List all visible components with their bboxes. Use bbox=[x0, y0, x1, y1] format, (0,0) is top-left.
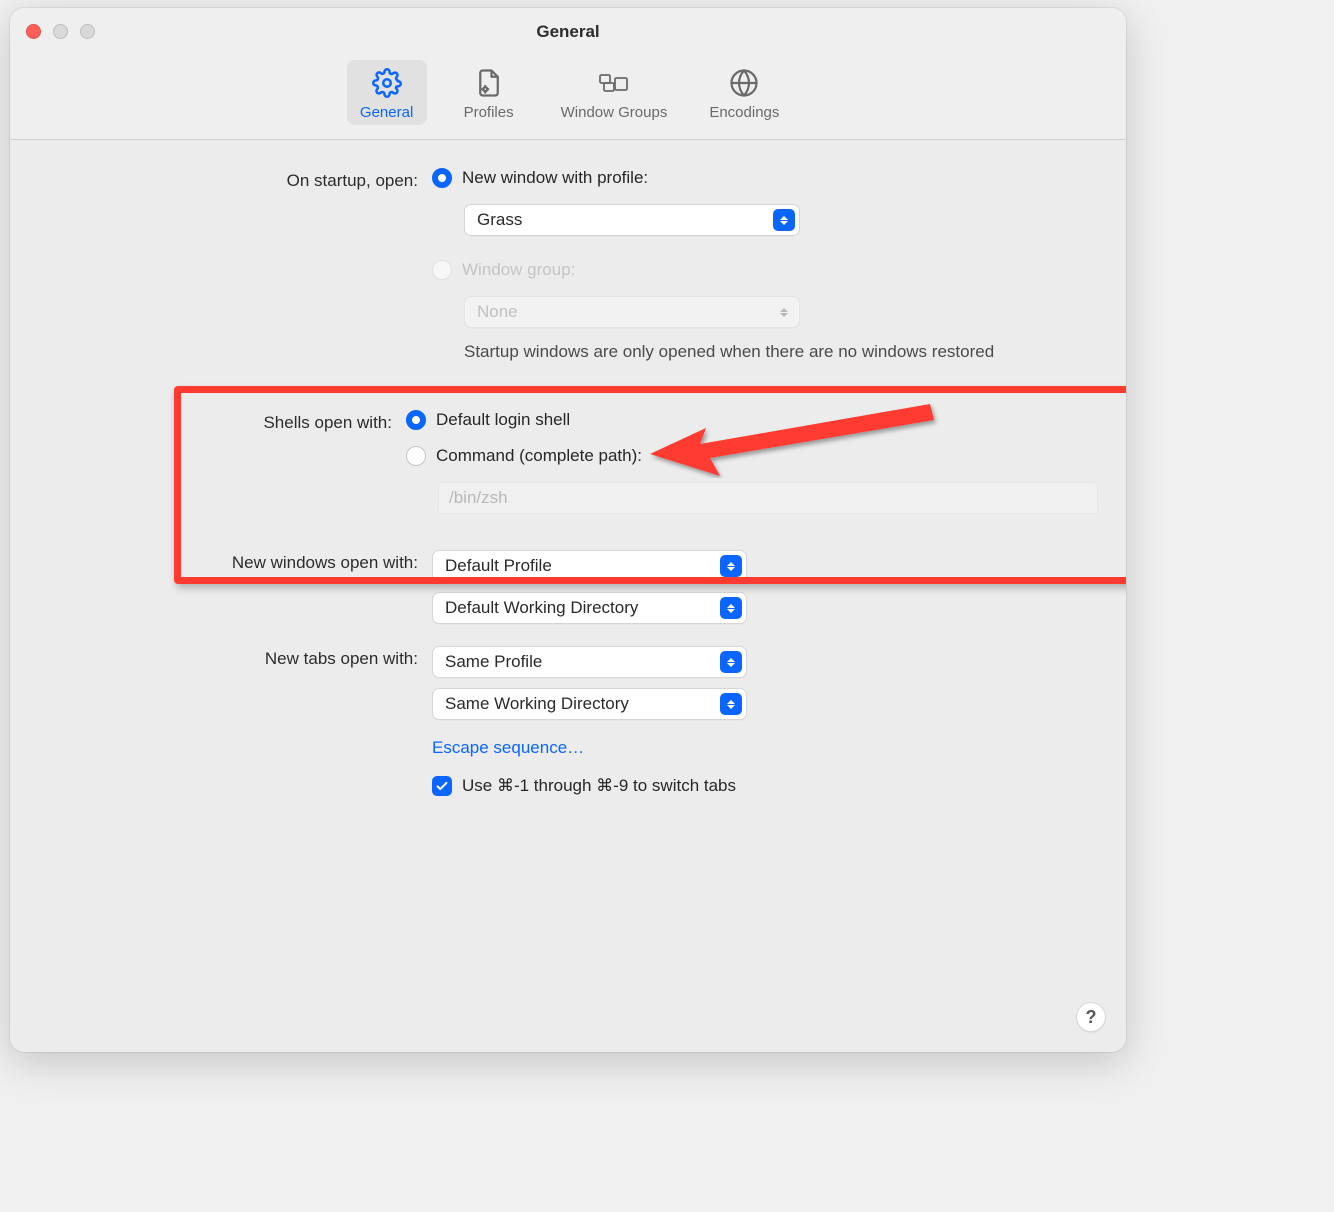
escape-sequence-link[interactable]: Escape sequence… bbox=[432, 738, 1098, 758]
new-tabs-label: New tabs open with: bbox=[38, 646, 418, 669]
cmd-switch-label: Use ⌘-1 through ⌘-9 to switch tabs bbox=[462, 776, 736, 796]
new-windows-profile-value: Default Profile bbox=[445, 556, 552, 576]
window-groups-icon bbox=[597, 66, 631, 100]
shells-radio-default-label: Default login shell bbox=[436, 410, 570, 430]
chevron-updown-icon bbox=[720, 597, 742, 619]
content-area: On startup, open: New window with profil… bbox=[10, 140, 1126, 802]
startup-radio-group[interactable] bbox=[432, 260, 452, 280]
new-windows-label: New windows open with: bbox=[38, 550, 418, 573]
new-tabs-dir-value: Same Working Directory bbox=[445, 694, 629, 714]
tab-profiles-label: Profiles bbox=[464, 104, 514, 121]
chevron-updown-icon bbox=[720, 693, 742, 715]
shells-label: Shells open with: bbox=[38, 410, 392, 433]
shells-radio-command-label: Command (complete path): bbox=[436, 446, 642, 466]
gear-icon bbox=[370, 66, 404, 100]
cmd-switch-checkbox[interactable] bbox=[432, 776, 452, 796]
preferences-window: General General Profiles bbox=[10, 8, 1126, 1052]
startup-group-select: None bbox=[464, 296, 800, 328]
tab-window-groups-label: Window Groups bbox=[561, 104, 668, 121]
tab-encodings-label: Encodings bbox=[709, 104, 779, 121]
startup-note: Startup windows are only opened when the… bbox=[464, 342, 1098, 362]
new-windows-dir-select[interactable]: Default Working Directory bbox=[432, 592, 747, 624]
startup-radio-profile-label: New window with profile: bbox=[462, 168, 648, 188]
chevron-updown-icon bbox=[773, 209, 795, 231]
chevron-updown-icon bbox=[720, 651, 742, 673]
window-title: General bbox=[10, 22, 1126, 42]
tab-window-groups[interactable]: Window Groups bbox=[551, 60, 678, 125]
chevron-updown-icon bbox=[720, 555, 742, 577]
titlebar: General bbox=[10, 8, 1126, 56]
tab-general-label: General bbox=[360, 104, 413, 121]
new-tabs-profile-select[interactable]: Same Profile bbox=[432, 646, 747, 678]
preferences-toolbar: General Profiles Window Gro bbox=[10, 56, 1126, 140]
tab-profiles[interactable]: Profiles bbox=[449, 60, 529, 125]
new-tabs-profile-value: Same Profile bbox=[445, 652, 542, 672]
help-icon: ? bbox=[1086, 1007, 1097, 1028]
startup-radio-group-label: Window group: bbox=[462, 260, 575, 280]
shells-command-input[interactable]: /bin/zsh bbox=[438, 482, 1098, 514]
tab-encodings[interactable]: Encodings bbox=[699, 60, 789, 125]
startup-profile-select[interactable]: Grass bbox=[464, 204, 800, 236]
shells-command-placeholder: /bin/zsh bbox=[449, 488, 508, 508]
new-windows-dir-value: Default Working Directory bbox=[445, 598, 638, 618]
startup-group-value: None bbox=[477, 302, 518, 322]
startup-profile-value: Grass bbox=[477, 210, 522, 230]
chevron-updown-icon bbox=[773, 301, 795, 323]
globe-icon bbox=[727, 66, 761, 100]
startup-label: On startup, open: bbox=[38, 168, 418, 191]
shells-radio-command[interactable] bbox=[406, 446, 426, 466]
help-button[interactable]: ? bbox=[1076, 1002, 1106, 1032]
profile-doc-icon bbox=[472, 66, 506, 100]
new-windows-profile-select[interactable]: Default Profile bbox=[432, 550, 747, 582]
new-tabs-dir-select[interactable]: Same Working Directory bbox=[432, 688, 747, 720]
tab-general[interactable]: General bbox=[347, 60, 427, 125]
shells-radio-default[interactable] bbox=[406, 410, 426, 430]
startup-radio-profile[interactable] bbox=[432, 168, 452, 188]
